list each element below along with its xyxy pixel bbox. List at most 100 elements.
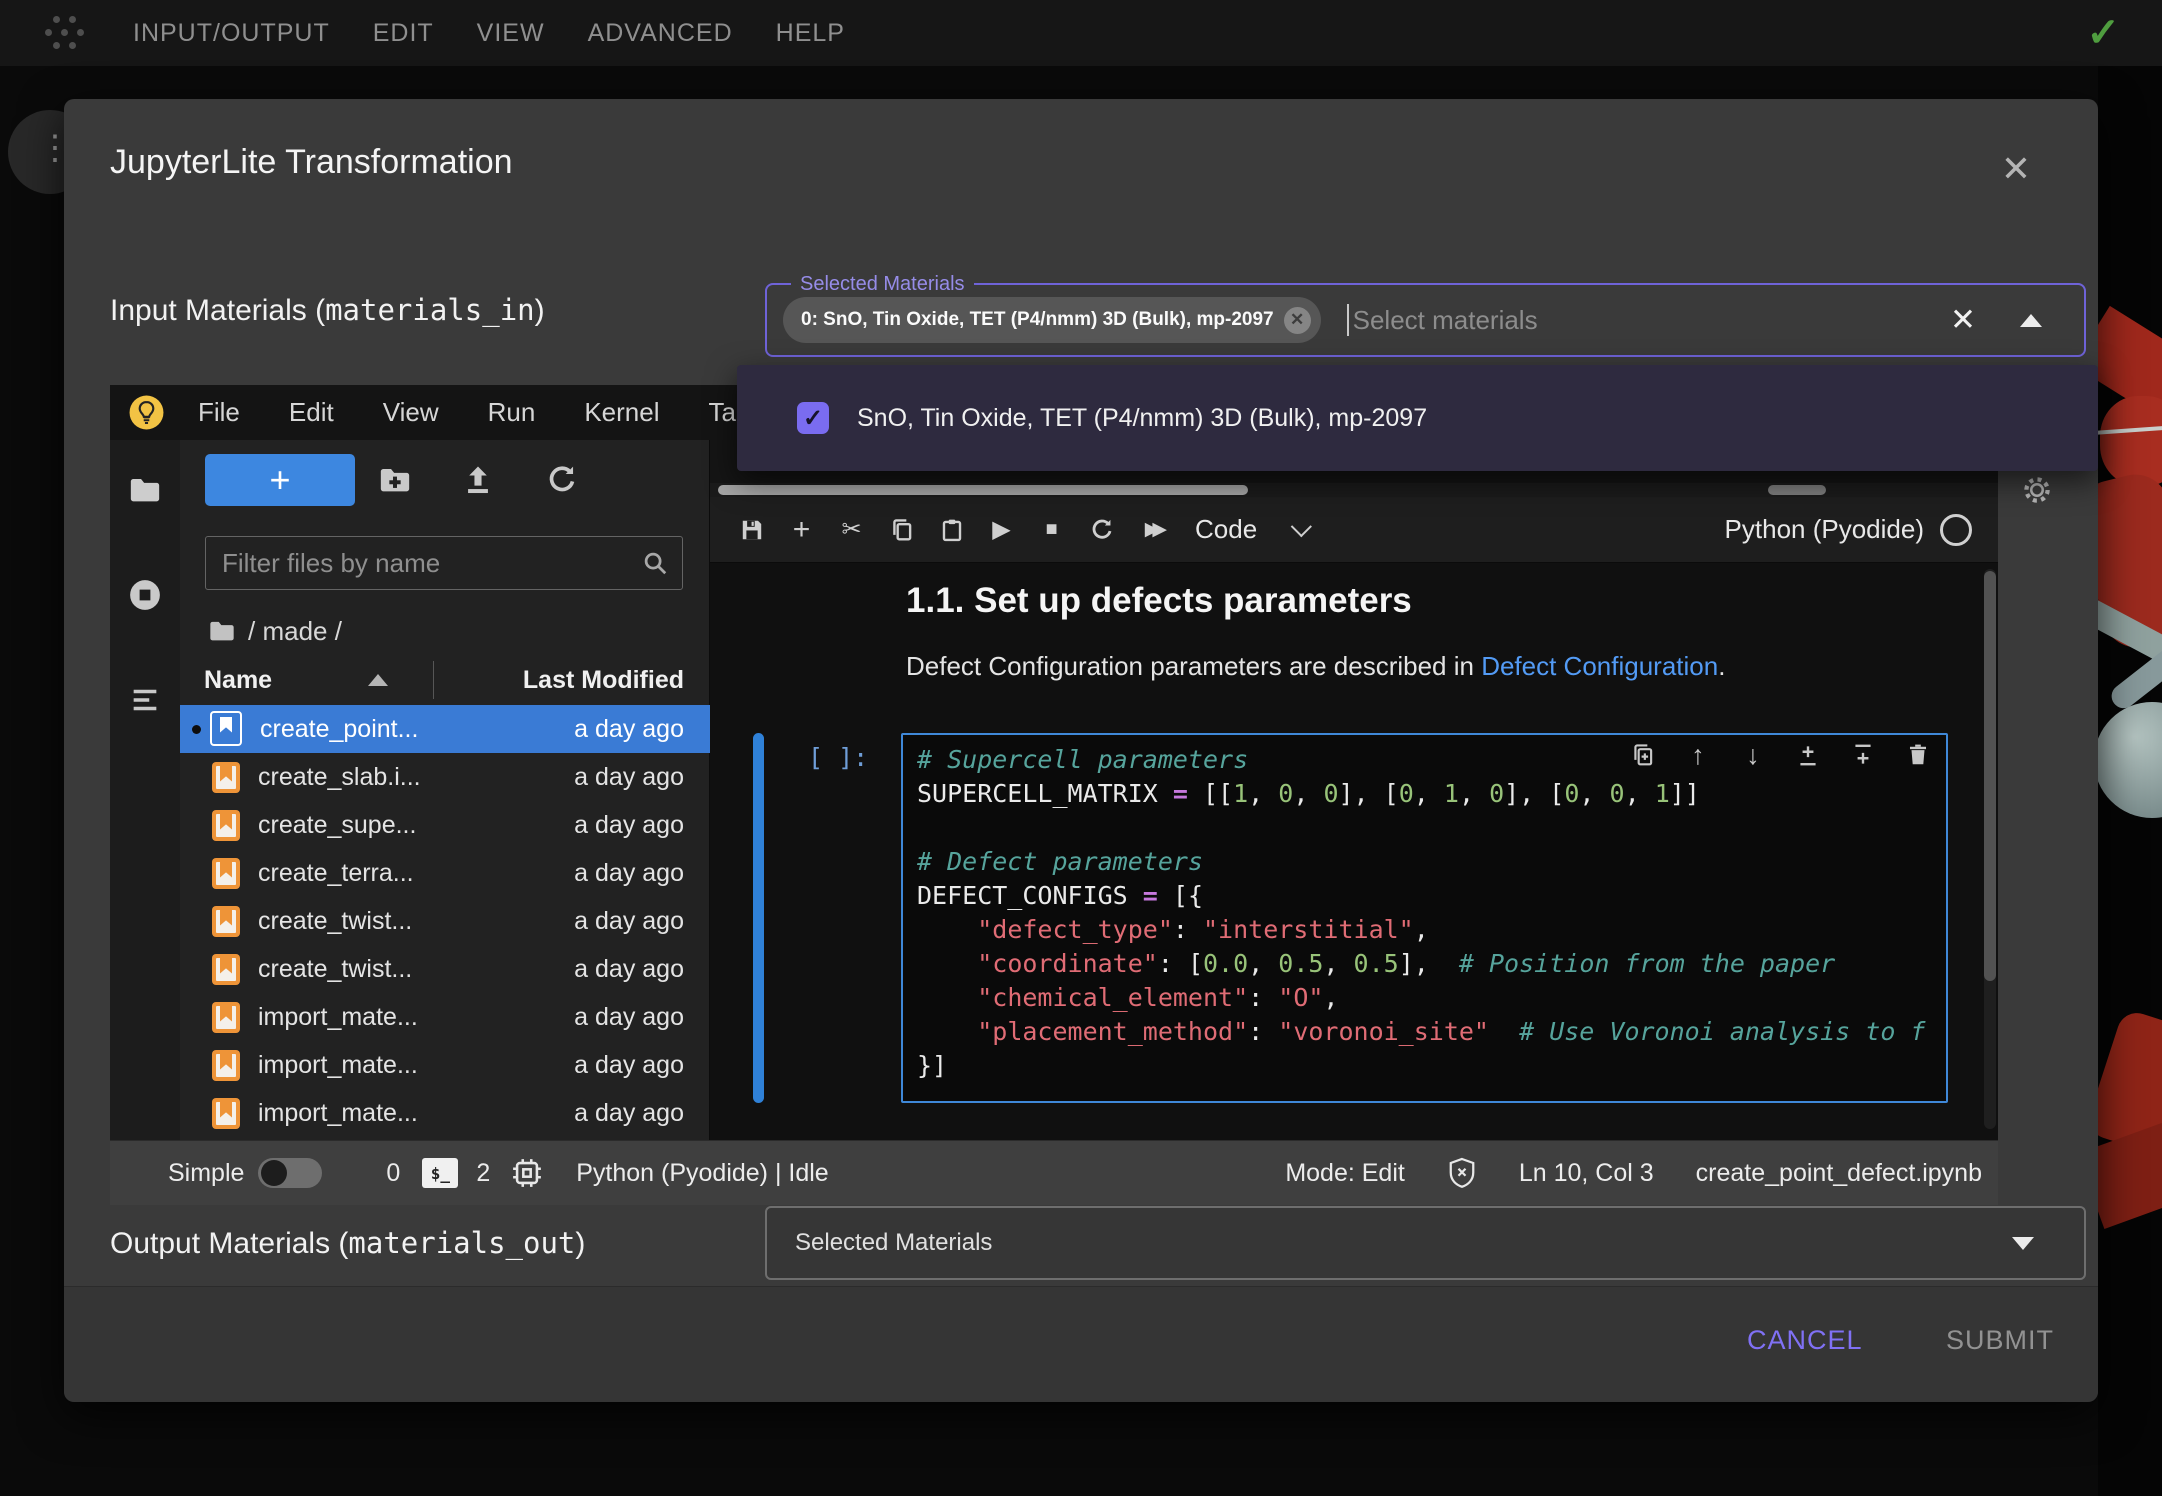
terminals-count[interactable]: 0	[386, 1159, 400, 1188]
close-icon[interactable]: ✕	[1994, 147, 2038, 191]
move-cell-up-icon[interactable]: ↑	[1684, 741, 1712, 769]
kernel-status-text[interactable]: Python (Pyodide) | Idle	[576, 1159, 828, 1188]
delete-cell-icon[interactable]	[1904, 741, 1932, 769]
file-name: create_point...	[260, 715, 574, 744]
jupyter-menu-file[interactable]: File	[198, 397, 240, 428]
file-row[interactable]: create_slab.i...a day ago	[180, 753, 710, 801]
upload-icon[interactable]	[461, 463, 495, 497]
move-cell-down-icon[interactable]: ↓	[1739, 741, 1767, 769]
duplicate-cell-icon[interactable]	[1629, 741, 1657, 769]
collapse-dropdown-icon[interactable]	[2020, 314, 2042, 327]
cut-icon[interactable]: ✂	[838, 516, 865, 543]
cursor-position[interactable]: Ln 10, Col 3	[1519, 1159, 1654, 1188]
file-row[interactable]: create_supe...a day ago	[180, 801, 710, 849]
checkbox-checked-icon[interactable]: ✓	[797, 402, 829, 434]
menu-input-output[interactable]: INPUT/OUTPUT	[133, 19, 330, 48]
jupyter-menu-kernel[interactable]: Kernel	[584, 397, 659, 428]
run-icon[interactable]: ▶	[988, 516, 1015, 543]
kernel-indicator[interactable]: Python (Pyodide)	[1725, 514, 1972, 546]
file-modified: a day ago	[574, 763, 684, 792]
simple-mode-toggle[interactable]	[258, 1158, 322, 1188]
filter-files-input[interactable]	[206, 548, 640, 579]
expand-dropdown-icon	[2012, 1237, 2034, 1250]
column-last-modified[interactable]: Last Modified	[523, 666, 684, 695]
check-icon: ✓	[2086, 10, 2120, 56]
materials-multiselect[interactable]: Selected Materials 0: SnO, Tin Oxide, TE…	[765, 283, 2086, 357]
column-name[interactable]: Name	[204, 666, 272, 695]
stop-icon[interactable]: ■	[1038, 516, 1065, 543]
defect-configuration-link[interactable]: Defect Configuration	[1481, 651, 1718, 681]
filter-files-box	[205, 536, 683, 590]
jupyter-menu-run[interactable]: Run	[488, 397, 536, 428]
jupyter-menu-view[interactable]: View	[383, 397, 439, 428]
table-of-contents-tab-icon[interactable]	[128, 683, 162, 717]
chip-remove-icon[interactable]: ✕	[1284, 307, 1311, 334]
material-chip[interactable]: 0: SnO, Tin Oxide, TET (P4/nmm) 3D (Bulk…	[783, 297, 1321, 343]
output-materials-select[interactable]: Selected Materials	[765, 1206, 2086, 1280]
tabbar-scrollbar[interactable]	[710, 483, 1998, 497]
restart-kernel-icon[interactable]	[1088, 516, 1115, 543]
file-row[interactable]: create_terra...a day ago	[180, 849, 710, 897]
insert-cell-above-icon[interactable]	[1794, 741, 1822, 769]
file-row[interactable]: create_twist...a day ago	[180, 897, 710, 945]
file-row[interactable]: import_mate...a day ago	[180, 1041, 710, 1089]
save-icon[interactable]	[738, 516, 765, 543]
input-label-suffix: )	[535, 294, 545, 327]
terminal-icon: $_	[422, 1158, 458, 1188]
file-browser-tab-icon[interactable]	[128, 473, 162, 507]
file-row[interactable]: create_point...a day ago	[180, 705, 710, 753]
file-row[interactable]: import_mate...a day ago	[180, 993, 710, 1041]
search-icon	[640, 548, 670, 578]
menu-view[interactable]: VIEW	[477, 19, 545, 48]
notebook-scrollbar[interactable]	[1984, 569, 1996, 1129]
file-list-header: Name Last Modified	[180, 655, 710, 706]
run-all-icon[interactable]: ▶▶	[1138, 516, 1165, 543]
insert-cell-below-icon[interactable]	[1849, 741, 1877, 769]
notebook-file-icon	[212, 954, 240, 985]
output-label-prefix: Output Materials (	[110, 1227, 348, 1260]
dropdown-option[interactable]: ✓ SnO, Tin Oxide, TET (P4/nmm) 3D (Bulk)…	[737, 402, 2098, 434]
jupyterlite-frame: File Edit View Run Kernel Tabs	[110, 385, 1998, 1205]
cancel-button[interactable]: CANCEL	[1727, 1317, 1883, 1364]
running-kernels-tab-icon[interactable]	[128, 578, 162, 612]
clear-selection-icon[interactable]: ✕	[1950, 302, 1976, 338]
insert-cell-icon[interactable]: +	[788, 516, 815, 543]
kernels-count[interactable]: 2	[476, 1159, 490, 1188]
active-filename: create_point_defect.ipynb	[1696, 1159, 1982, 1188]
dialog-title: JupyterLite Transformation	[110, 143, 513, 182]
unsaved-dot	[192, 725, 201, 734]
menu-advanced[interactable]: ADVANCED	[588, 19, 733, 48]
notebook-content: 1.1. Set up defects parameters Defect Co…	[710, 563, 1998, 1140]
file-row[interactable]: import_mate...a day ago	[180, 1089, 710, 1137]
output-label-suffix: )	[575, 1227, 585, 1260]
breadcrumb[interactable]: / made /	[208, 608, 342, 654]
materials-dropdown: ✓ SnO, Tin Oxide, TET (P4/nmm) 3D (Bulk)…	[737, 365, 2098, 471]
jupyter-menu-edit[interactable]: Edit	[289, 397, 334, 428]
input-materials-label: Input Materials (materials_in)	[110, 293, 545, 328]
notebook-file-icon	[212, 1002, 240, 1033]
file-row[interactable]: create_twist...a day ago	[180, 945, 710, 993]
refresh-icon[interactable]	[545, 463, 579, 497]
cell-type-select[interactable]: Code	[1195, 514, 1257, 545]
menu-help[interactable]: HELP	[776, 19, 845, 48]
unsaved-dot	[192, 1061, 201, 1070]
code-editor[interactable]: # Supercell parametersSUPERCELL_MATRIX =…	[901, 733, 1948, 1103]
gear-icon[interactable]	[2022, 475, 2052, 505]
submit-button[interactable]: SUBMIT	[1926, 1317, 2074, 1364]
copy-icon[interactable]	[888, 516, 915, 543]
new-launcher-button[interactable]: +	[205, 454, 355, 506]
notebook-file-icon	[212, 1050, 240, 1081]
unsaved-dot	[192, 965, 201, 974]
new-folder-icon[interactable]	[378, 463, 412, 497]
materials-select-placeholder[interactable]: Select materials	[1353, 305, 1538, 336]
menu-edit[interactable]: EDIT	[373, 19, 434, 48]
paste-icon[interactable]	[938, 516, 965, 543]
chevron-down-icon[interactable]	[1291, 516, 1312, 537]
file-name: import_mate...	[258, 1051, 574, 1080]
cell-collapser[interactable]	[753, 733, 764, 1103]
notebook-file-icon	[212, 858, 240, 889]
file-modified: a day ago	[574, 715, 684, 744]
app-logo-icon[interactable]	[44, 16, 84, 52]
trust-shield-icon[interactable]	[1447, 1156, 1477, 1190]
materials-select-legend: Selected Materials	[791, 273, 974, 296]
